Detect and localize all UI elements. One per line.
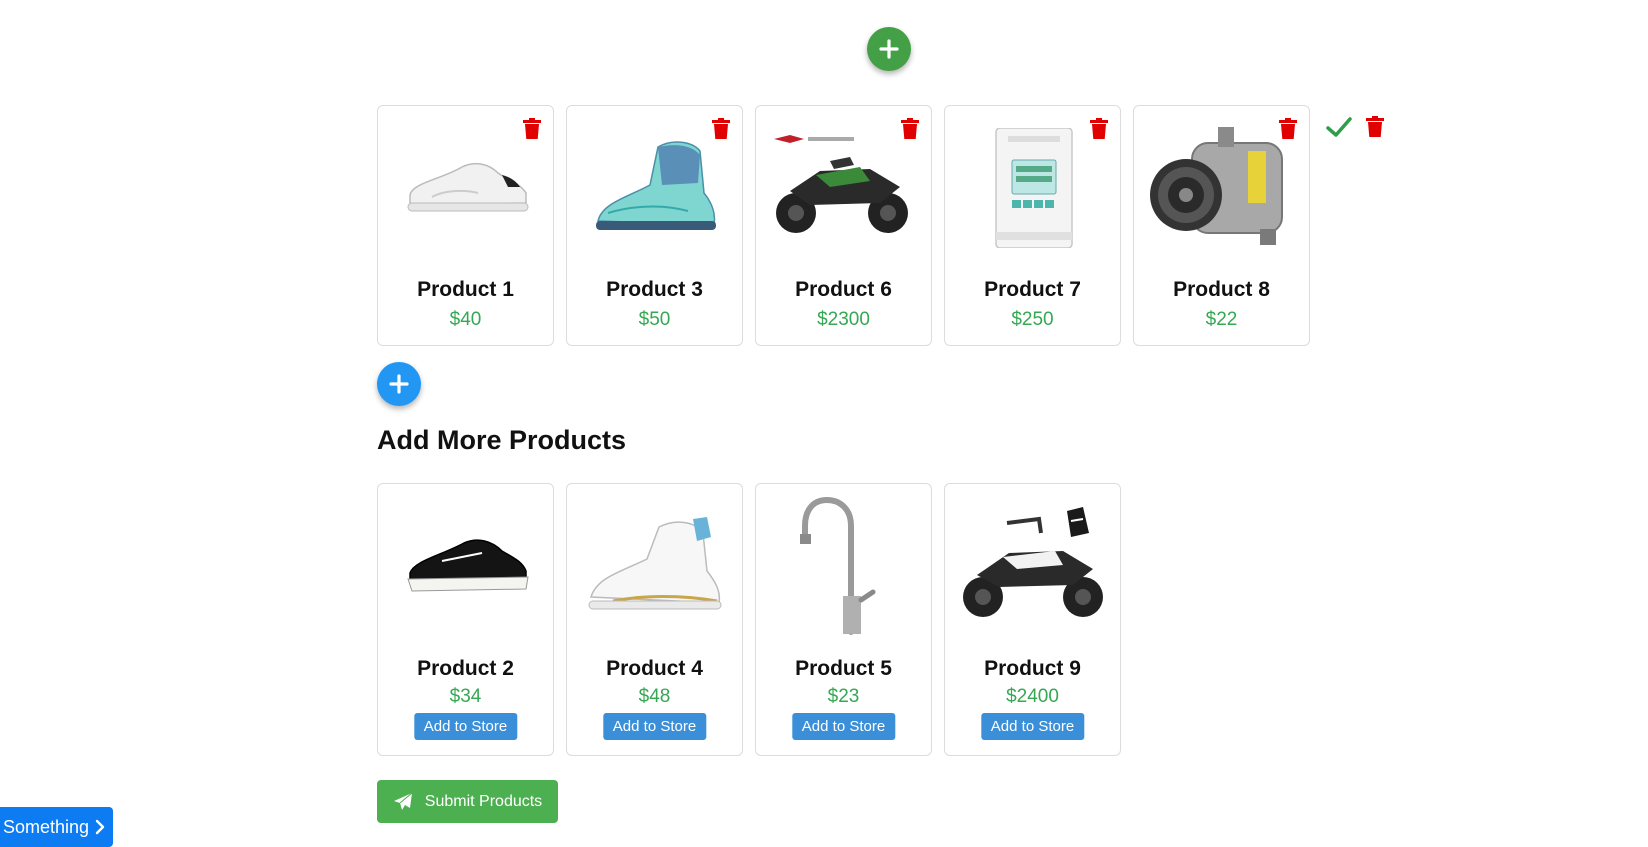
store-product-card: Product 3 $50 — [566, 105, 743, 346]
product-price: $23 — [827, 686, 860, 707]
product-price: $40 — [449, 309, 482, 330]
store-products-row: Product 1 $40 Product 3 $50 Product 6 $2… — [377, 105, 1310, 346]
product-image — [959, 498, 1108, 633]
product-name: Product 1 — [417, 278, 514, 301]
product-price: $22 — [1205, 309, 1238, 330]
store-product-card: Product 7 $250 — [944, 105, 1121, 346]
store-product-card: Product 1 $40 — [377, 105, 554, 346]
product-price: $48 — [638, 686, 671, 707]
product-name: Product 5 — [795, 657, 892, 680]
product-name: Product 9 — [984, 657, 1081, 680]
black-sneaker-image — [406, 539, 529, 592]
product-image — [392, 498, 541, 633]
white-sneaker-image — [407, 162, 528, 211]
product-image — [581, 120, 730, 255]
store-product-card: Product 6 $2300 — [755, 105, 932, 346]
add-to-store-button[interactable]: Add to Store — [791, 713, 896, 740]
add-to-store-button[interactable]: Add to Store — [413, 713, 518, 740]
add-to-store-button[interactable]: Add to Store — [602, 713, 707, 740]
add-product-fab[interactable] — [867, 27, 911, 71]
product-name: Product 4 — [606, 657, 703, 680]
plus-icon — [389, 374, 409, 394]
submit-products-label: Submit Products — [424, 792, 543, 810]
available-product-card: Product 5 $23 Add to Store — [755, 483, 932, 756]
plus-icon — [879, 39, 899, 59]
ac-compressor-image — [1150, 126, 1283, 245]
something-label: Something — [2, 816, 89, 837]
something-button[interactable]: Something — [0, 807, 113, 847]
product-image — [770, 120, 919, 255]
product-name: Product 3 — [606, 278, 703, 301]
add-to-store-button[interactable]: Add to Store — [980, 713, 1085, 740]
white-black-atv-image — [963, 507, 1103, 617]
add-more-fab[interactable] — [377, 362, 421, 406]
product-price: $2300 — [817, 309, 870, 330]
trash-icon[interactable] — [1366, 116, 1384, 138]
chevron-right-icon — [95, 819, 105, 835]
product-price: $34 — [449, 686, 482, 707]
available-product-card: Product 4 $48 Add to Store — [566, 483, 743, 756]
paper-plane-icon — [393, 792, 413, 810]
product-image — [770, 496, 919, 635]
product-image — [1148, 120, 1297, 255]
kitchen-faucet-image — [799, 496, 875, 635]
product-name: Product 8 — [1173, 278, 1270, 301]
teal-basketball-shoe-image — [596, 140, 716, 230]
available-product-card: Product 2 $34 Add to Store — [377, 483, 554, 756]
product-price: $250 — [1011, 309, 1054, 330]
energy-meter-image — [994, 127, 1073, 248]
more-products-row: Product 2 $34 Add to Store Product 4 $48… — [377, 483, 1121, 756]
check-icon[interactable] — [1325, 115, 1353, 139]
product-price: $50 — [638, 309, 671, 330]
product-name: Product 6 — [795, 278, 892, 301]
available-product-card: Product 9 $2400 Add to Store — [944, 483, 1121, 756]
product-image — [581, 498, 730, 633]
store-product-card: Product 8 $22 — [1133, 105, 1310, 346]
product-image — [392, 120, 541, 255]
product-price: $2400 — [1006, 686, 1059, 707]
green-black-atv-image — [774, 135, 908, 233]
product-image — [959, 120, 1108, 255]
white-gold-basketball-shoe-image — [588, 516, 722, 609]
submit-products-button[interactable]: Submit Products — [377, 780, 558, 823]
product-name: Product 2 — [417, 657, 514, 680]
product-name: Product 7 — [984, 278, 1081, 301]
add-more-products-title: Add More Products — [377, 425, 627, 455]
